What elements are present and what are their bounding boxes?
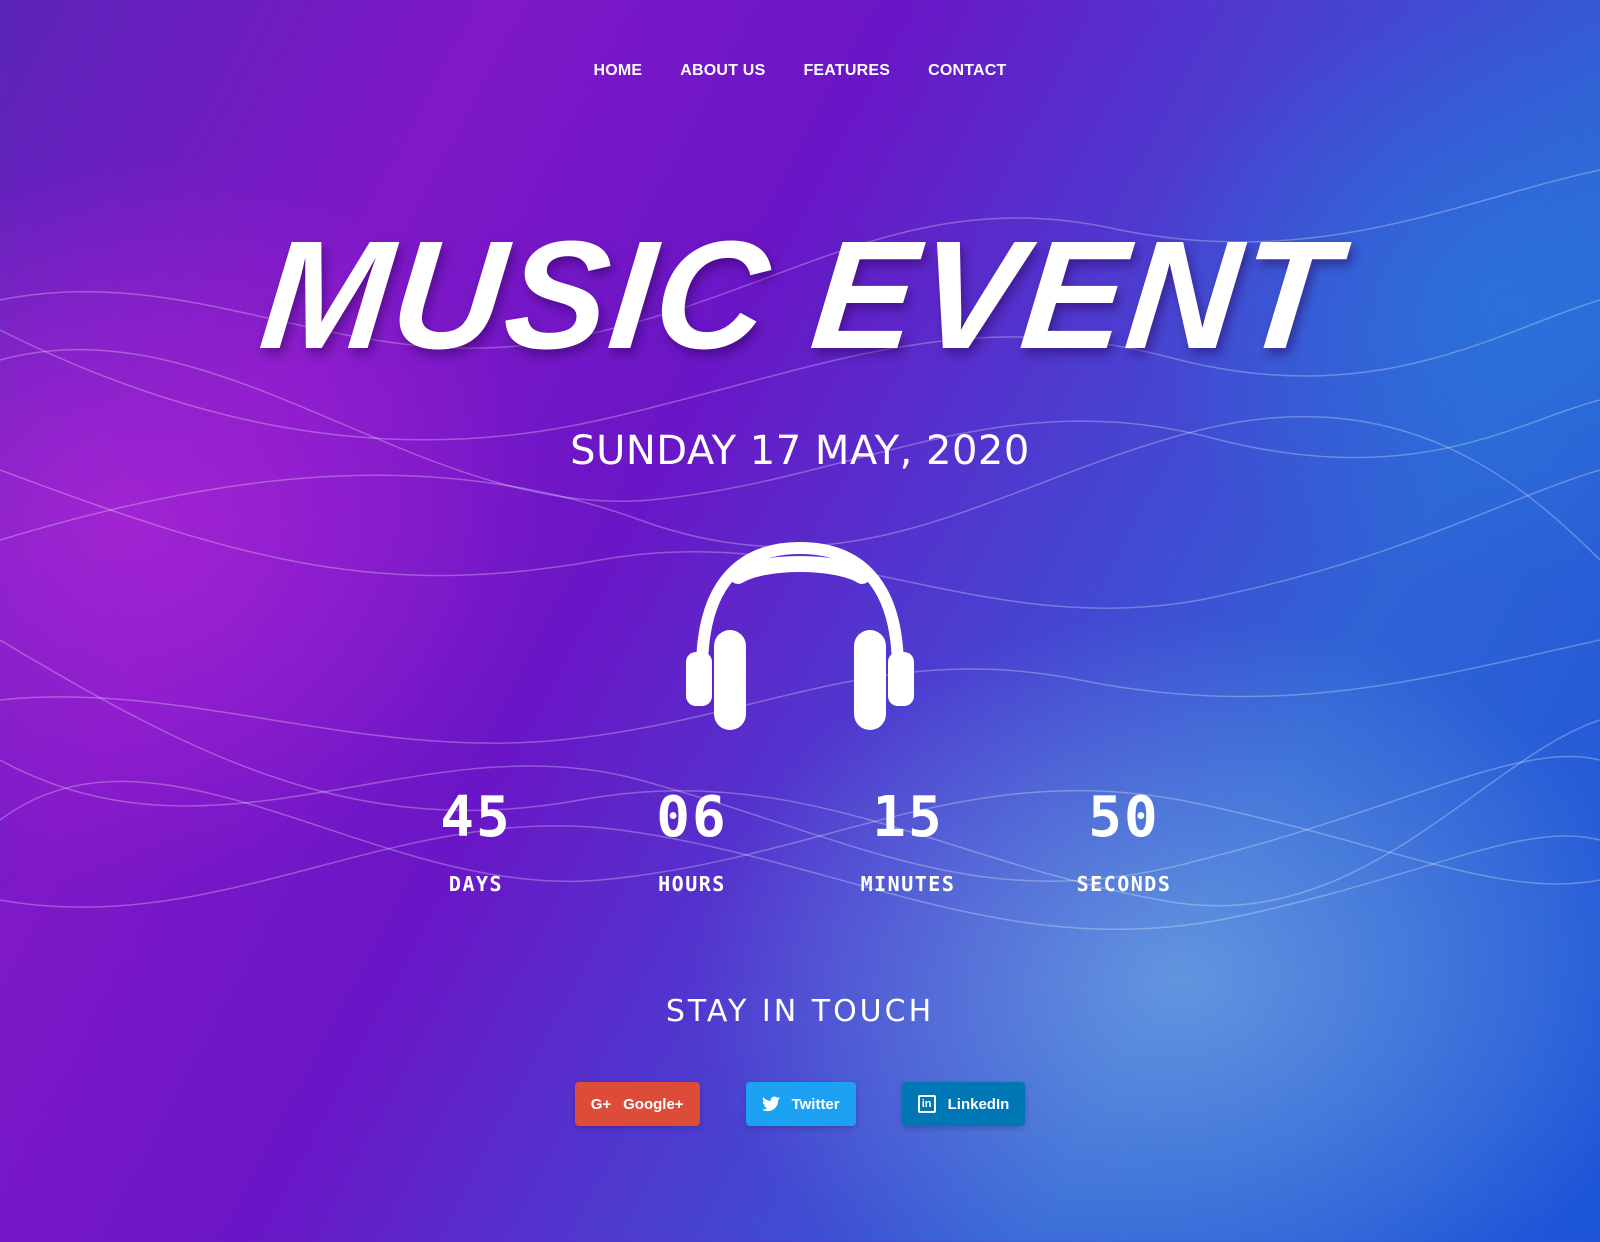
countdown-hours-label: HOURS (658, 872, 726, 896)
countdown-minutes-label: MINUTES (860, 872, 956, 896)
linkedin-button[interactable]: in LinkedIn (901, 1082, 1026, 1126)
google-plus-icon: G+ (590, 1095, 612, 1113)
countdown-seconds-value: 50 (1088, 785, 1160, 850)
nav-contact-link[interactable]: CONTACT (928, 58, 1006, 84)
countdown: 45 DAYS 06 HOURS 15 MINUTES 50 SECONDS (368, 785, 1232, 897)
linkedin-icon: in (917, 1095, 936, 1113)
main-nav: HOME ABOUT US FEATURES CONTACT (0, 58, 1600, 84)
nav-about-us-link[interactable]: ABOUT US (680, 58, 765, 84)
linkedin-icon-text: in (921, 1097, 932, 1110)
countdown-days-value: 45 (440, 785, 512, 850)
countdown-minutes: 15 MINUTES (800, 785, 1016, 897)
countdown-minutes-value: 15 (872, 785, 944, 850)
linkedin-label: LinkedIn (947, 1095, 1010, 1113)
countdown-seconds: 50 SECONDS (1016, 785, 1232, 897)
stay-in-touch-heading: STAY IN TOUCH (665, 994, 935, 1029)
countdown-days: 45 DAYS (368, 785, 584, 897)
google-plus-label: Google+ (623, 1095, 684, 1113)
nav-features-link[interactable]: FEATURES (803, 58, 890, 84)
headphones-icon (686, 541, 914, 730)
event-title: MUSIC EVENT (253, 209, 1347, 381)
twitter-button[interactable]: Twitter (745, 1082, 856, 1126)
google-plus-button[interactable]: G+ Google+ (574, 1082, 700, 1126)
twitter-label: Twitter (791, 1095, 840, 1113)
event-date: SUNDAY 17 MAY, 2020 (570, 428, 1030, 474)
countdown-hours-value: 06 (656, 785, 728, 850)
social-buttons: G+ Google+ Twitter in LinkedIn (0, 1082, 1600, 1126)
countdown-hours: 06 HOURS (584, 785, 800, 897)
twitter-icon (761, 1096, 780, 1112)
nav-home-link[interactable]: HOME (593, 58, 642, 84)
countdown-days-label: DAYS (448, 872, 504, 896)
countdown-seconds-label: SECONDS (1076, 872, 1172, 896)
